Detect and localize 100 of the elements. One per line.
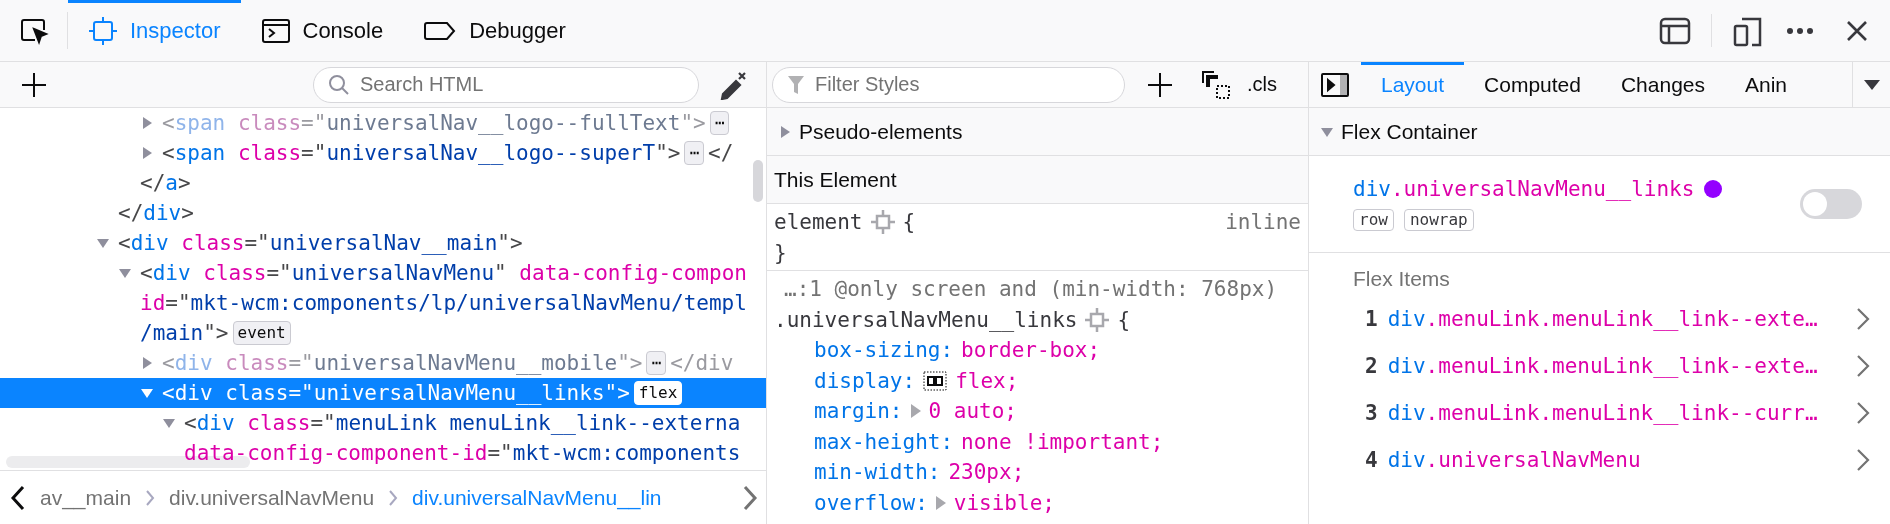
- node-badge[interactable]: ⋯: [709, 111, 730, 135]
- search-box[interactable]: Search HTML: [313, 66, 699, 103]
- flexbox-icon[interactable]: [923, 370, 948, 391]
- flex-item-selector: div.menuLink.menuLink__link--curr…: [1387, 400, 1819, 425]
- chevron-right-icon: [1856, 400, 1870, 425]
- chevron-right-icon: [145, 488, 156, 507]
- sidebar-tab[interactable]: Anin: [1725, 62, 1808, 107]
- flex-item-row[interactable]: 3 div.menuLink.menuLink__link--curr…: [1309, 389, 1890, 436]
- chevron-right-icon: [1856, 353, 1870, 378]
- target-icon: [870, 210, 895, 235]
- highlight-color-dot[interactable]: [1704, 180, 1723, 198]
- markup-text: data-config-component-id="mkt-wcm:components: [184, 440, 741, 467]
- breadcrumb-item[interactable]: div.universalNavMenu: [169, 485, 375, 510]
- rule-brace: {: [1117, 306, 1131, 334]
- pseudo-elements-toggle[interactable]: Pseudo-elements: [767, 108, 1308, 156]
- chevron-right-icon: [1856, 447, 1870, 472]
- flex-item-selector: div.menuLink.menuLink__link--exte…: [1387, 353, 1819, 378]
- flex-item-row[interactable]: 1 div.menuLink.menuLink__link--exte…: [1309, 295, 1890, 342]
- flex-item-row[interactable]: 2 div.menuLink.menuLink__link--exte…: [1309, 342, 1890, 389]
- rule-selector: element: [774, 209, 863, 236]
- property-name[interactable]: display:: [814, 365, 916, 396]
- inspector-icon: [88, 15, 118, 46]
- chevron-right-icon[interactable]: [742, 484, 758, 511]
- property-value[interactable]: none !important;: [961, 426, 1164, 457]
- rule-brace: {: [902, 209, 916, 236]
- highlighter-toggle[interactable]: [1800, 189, 1862, 219]
- triangle-right-icon: [910, 404, 921, 419]
- triangle-right-icon: [935, 495, 946, 510]
- sidebar-icon: [1321, 72, 1349, 97]
- rule-source[interactable]: inline: [1225, 207, 1301, 238]
- property-name[interactable]: box-sizing:: [814, 335, 954, 366]
- triangle-right-icon: [779, 125, 791, 138]
- property-value[interactable]: flex;: [955, 365, 1019, 396]
- breadcrumb-item[interactable]: av__main: [40, 485, 132, 510]
- item-index: 4: [1365, 447, 1378, 472]
- property-value[interactable]: border-box;: [961, 335, 1101, 366]
- toolbar-tab[interactable]: Debugger: [403, 0, 586, 61]
- flex-container-selector[interactable]: div.universalNavMenu__links: [1353, 177, 1695, 201]
- chevron-left-icon[interactable]: [10, 484, 26, 511]
- property-name[interactable]: min-width:: [814, 457, 941, 488]
- node-badge[interactable]: ⋯: [684, 141, 705, 165]
- node-badge[interactable]: ⋯: [646, 351, 667, 375]
- markup-node-row[interactable]: <div class="universalNavMenu__mobile"> ⋯ </div: [0, 348, 766, 378]
- funnel-icon: [787, 73, 805, 96]
- caret-icon: [1863, 79, 1880, 90]
- cls-toggle-button[interactable]: .cls: [1237, 73, 1287, 96]
- search-icon: [328, 73, 350, 96]
- markup-text: <span class="universalNav__logo--superT">: [162, 140, 681, 167]
- plus-icon: [21, 71, 47, 98]
- markup-text: /main">: [140, 320, 229, 347]
- breadcrumb-item[interactable]: div.universalNavMenu__lin: [412, 485, 662, 510]
- markup-node-row[interactable]: <span class="universalNav__logo--superT"> ⋯ </: [0, 138, 766, 168]
- filter-input[interactable]: Filter Styles: [813, 72, 1110, 97]
- markup-node-row[interactable]: <div class="universalNav__main">: [0, 228, 766, 258]
- sidebar-tab[interactable]: Computed: [1464, 62, 1601, 107]
- sidebar-tab[interactable]: Changes: [1600, 62, 1725, 107]
- item-index: 3: [1365, 400, 1378, 425]
- layout-icon: [1659, 15, 1691, 46]
- plus-icon: [1147, 71, 1173, 98]
- filter-box[interactable]: Filter Styles: [772, 66, 1125, 103]
- section-title: This Element: [767, 156, 1308, 204]
- close-icon: [1846, 19, 1868, 42]
- more-icon: [1786, 26, 1814, 35]
- target-icon: [1085, 307, 1110, 332]
- rule-selector: .universalNavMenu__links: [774, 306, 1078, 334]
- property-value[interactable]: 0 auto;: [928, 396, 1018, 427]
- flex-items-label: Flex Items: [1352, 266, 1451, 292]
- property-name[interactable]: max-height:: [814, 426, 954, 457]
- chevron-right-icon: [388, 488, 399, 507]
- flex-item-row[interactable]: 4 div.universalNavMenu: [1309, 436, 1890, 483]
- item-index: 1: [1365, 306, 1378, 331]
- property-value[interactable]: visible;: [953, 487, 1055, 518]
- toolbar-tab[interactable]: Console: [240, 0, 404, 61]
- flex-container-toggle[interactable]: Flex Container: [1309, 108, 1890, 156]
- node-badge[interactable]: flex: [633, 381, 683, 405]
- markup-text: <div class="menuLink menuLink__link--externa: [184, 410, 741, 437]
- flex-item-selector: div.universalNavMenu: [1387, 447, 1642, 472]
- markup-text: </div>: [118, 200, 194, 227]
- markup-text: </a>: [140, 170, 191, 197]
- rule-source[interactable]: …:1 @only screen and (min-width: 768px): [784, 274, 1278, 305]
- property-name[interactable]: overflow:: [814, 487, 928, 518]
- markup-text: <div class="universalNav__main">: [118, 230, 523, 257]
- node-badge[interactable]: event: [232, 321, 291, 345]
- rule-brace: }: [774, 239, 787, 267]
- markup-text: <div class="universalNavMenu__mobile">: [162, 350, 643, 377]
- markup-text: <div class="universalNavMenu" data-config-compon: [140, 260, 747, 287]
- flex-item-selector: div.menuLink.menuLink__link--exte…: [1387, 306, 1819, 331]
- markup-node-row[interactable]: <span class="universalNav__logo--fullText"> ⋯: [0, 108, 766, 138]
- markup-text: <span class="universalNav__logo--fullText">: [162, 110, 706, 137]
- scrollbar-thumb[interactable]: [753, 160, 763, 202]
- flex-property-pill: nowrap: [1403, 209, 1474, 231]
- markup-text: </: [708, 140, 734, 167]
- markup-node-row[interactable]: <div class="menuLink menuLink__link--externa data-config-component-id="mkt-wcm:components: [0, 408, 766, 468]
- property-value[interactable]: 230px;: [948, 457, 1025, 488]
- property-name[interactable]: margin:: [814, 396, 903, 427]
- item-index: 2: [1365, 353, 1378, 378]
- chevron-right-icon: [1856, 306, 1870, 331]
- triangle-down-icon: [1321, 125, 1333, 138]
- markup-node-row[interactable]: <div class="universalNavMenu__links"> flex: [0, 378, 766, 408]
- markup-node-row[interactable]: <div class="universalNavMenu" data-config-compon id="mkt-wcm:components/lp/universalNavMenu/templ /main"> event: [0, 258, 766, 348]
